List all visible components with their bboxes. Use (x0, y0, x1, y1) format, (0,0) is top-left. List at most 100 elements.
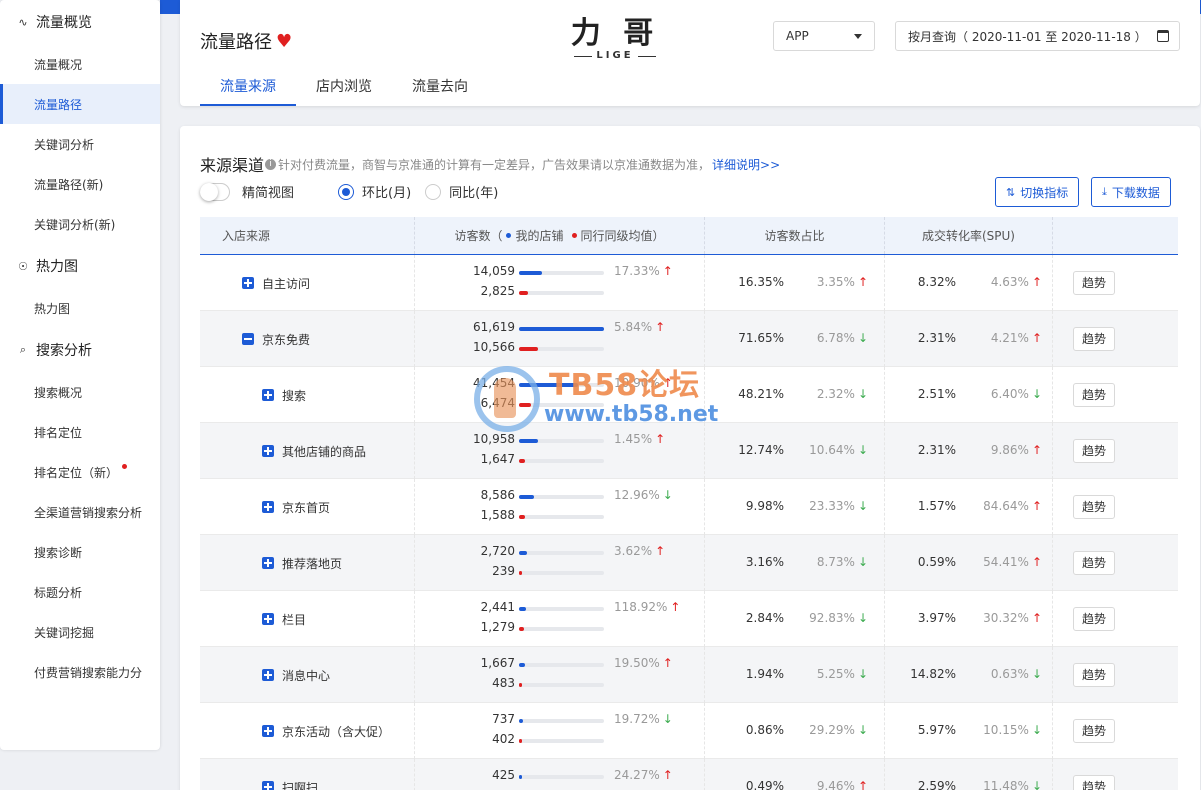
sidebar-item[interactable]: 付费营销搜索能力分 (0, 652, 160, 692)
platform-select[interactable]: APP (773, 21, 875, 51)
sidebar-item[interactable]: 标题分析 (0, 572, 160, 612)
trend-button[interactable]: 趋势 (1073, 327, 1115, 351)
mine-bar-track (519, 271, 604, 275)
trend-button[interactable]: 趋势 (1073, 271, 1115, 295)
tab-1[interactable]: 流量来源 (200, 68, 296, 106)
arrow-down-icon: ↓ (857, 387, 868, 401)
expand-plus-icon[interactable] (242, 277, 254, 289)
source-cell: 京东活动（含大促） (200, 703, 415, 759)
tab-3[interactable]: 流量去向 (392, 68, 488, 106)
conversion-value: 14.82% (910, 667, 956, 681)
visitors-change-value: 24.27% (614, 768, 660, 782)
visitors-change-value: 19.50% (614, 656, 660, 670)
date-range-picker[interactable]: 按月查询（ 2020-11-01 至 2020-11-18 ） (895, 21, 1180, 51)
trend-button[interactable]: 趋势 (1073, 383, 1115, 407)
source-name: 京东活动（含大促） (222, 703, 414, 759)
sidebar-item[interactable]: 热力图 (0, 288, 160, 328)
switch-icon: ⇅ (1006, 185, 1016, 199)
radio-mom[interactable] (338, 183, 355, 200)
sidebar-section[interactable]: ∿ 流量概览 (0, 0, 160, 44)
simple-view-toggle[interactable] (200, 182, 230, 201)
tab-2[interactable]: 店内浏览 (296, 68, 392, 106)
source-name: 京东首页 (222, 479, 414, 535)
source-cell: 栏目 (200, 591, 415, 647)
col-source: 入店来源 (200, 217, 415, 254)
visitors-peer: 1,279 (480, 620, 515, 634)
heart-icon[interactable]: ♥ (276, 31, 292, 52)
visitors-change: 24.27% ↑ (614, 768, 673, 782)
sidebar-section[interactable]: ☉ 热力图 (0, 244, 160, 288)
radio-mom-label: 环比(月) (362, 186, 412, 201)
sidebar-item-label: 关键词挖掘 (34, 625, 95, 640)
mine-bar (519, 495, 535, 499)
trend-button[interactable]: 趋势 (1073, 775, 1115, 790)
peer-bar-track (519, 291, 604, 295)
expand-plus-icon[interactable] (262, 389, 274, 401)
col-visitors-label: 访客数（ (454, 229, 503, 243)
expand-plus-icon[interactable] (262, 501, 274, 513)
conversion-value: 3.97% (917, 611, 956, 625)
sidebar-item[interactable]: 流量路径(新) (0, 164, 160, 204)
sidebar-item[interactable]: 全渠道营销搜索分析 (0, 492, 160, 532)
expand-plus-icon[interactable] (262, 669, 274, 681)
source-label: 搜索 (282, 388, 307, 403)
trend-button[interactable]: 趋势 (1073, 551, 1115, 575)
sidebar-item[interactable]: 搜索概况 (0, 372, 160, 412)
action-cell: 趋势 (1053, 647, 1178, 703)
peer-bar (519, 291, 529, 295)
visitors-change-value: 12.96% (614, 488, 660, 502)
action-cell: 趋势 (1053, 535, 1178, 591)
trend-button[interactable]: 趋势 (1073, 607, 1115, 631)
info-icon[interactable]: i (265, 158, 277, 170)
download-label: 下载数据 (1111, 185, 1160, 200)
radio-yoy[interactable] (425, 183, 442, 200)
download-button[interactable]: ⤓ 下载数据 (1091, 177, 1171, 207)
section-note: 针对付费流量，商智与京准通的计算有一定差异，广告效果请以京准通数据为准， (278, 157, 711, 172)
expand-plus-icon[interactable] (262, 613, 274, 625)
peer-bar (519, 515, 525, 519)
arrow-down-icon: ↓ (857, 331, 868, 345)
sidebar-section[interactable]: ⌕ 搜索分析 (0, 328, 160, 372)
source-label: 自主访问 (262, 276, 311, 291)
conversion-cell: 2.59% 11.48% ↓ (885, 759, 1053, 790)
expand-plus-icon[interactable] (262, 781, 274, 790)
collapse-minus-icon[interactable] (242, 333, 254, 345)
sidebar-item[interactable]: 排名定位（新） (0, 452, 160, 492)
switch-metrics-button[interactable]: ⇅ 切换指标 (995, 177, 1080, 207)
sidebar-item[interactable]: 关键词挖掘 (0, 612, 160, 652)
trend-button[interactable]: 趋势 (1073, 439, 1115, 463)
trend-button[interactable]: 趋势 (1073, 663, 1115, 687)
share-value: 2.84% (745, 611, 784, 625)
share-cell: 0.49% 9.46% ↑ (705, 759, 885, 790)
sidebar-item[interactable]: 排名定位 (0, 412, 160, 452)
peer-bar-track (519, 403, 604, 407)
trend-button[interactable]: 趋势 (1073, 719, 1115, 743)
source-name: 其他店铺的商品 (222, 423, 414, 479)
sidebar-item-label: 排名定位（新） (34, 465, 119, 480)
expand-plus-icon[interactable] (262, 557, 274, 569)
visitors-mine: 2,441 (480, 600, 515, 614)
sidebar-item[interactable]: 关键词分析(新) (0, 204, 160, 244)
expand-plus-icon[interactable] (262, 445, 274, 457)
section-title: 来源渠道 (200, 156, 265, 175)
expand-plus-icon[interactable] (262, 725, 274, 737)
sidebar-item[interactable]: 流量路径 (0, 84, 160, 124)
sidebar-item[interactable]: 流量概况 (0, 44, 160, 84)
source-cell: 搜索 (200, 367, 415, 423)
sidebar-item[interactable]: 关键词分析 (0, 124, 160, 164)
table-row: 推荐落地页 2,720 239 3.62% ↑ 3.16% 8.73% ↓ 0.59% 54.41… (200, 535, 1178, 591)
details-link[interactable]: 详细说明>> (712, 156, 780, 173)
visitors-change: 3.62% ↑ (614, 544, 665, 558)
source-cell: 推荐落地页 (200, 535, 415, 591)
radio-yoy-label: 同比(年) (449, 186, 499, 201)
source-label: 栏目 (282, 612, 307, 627)
mine-bar (519, 719, 524, 723)
arrow-down-icon: ↓ (1031, 723, 1042, 737)
visitors-mine: 425 (492, 768, 515, 782)
arrow-up-icon: ↑ (662, 376, 673, 390)
arrow-down-icon: ↓ (857, 443, 868, 457)
conversion-value: 2.31% (917, 443, 956, 457)
sidebar-item[interactable]: 搜索诊断 (0, 532, 160, 572)
trend-button[interactable]: 趋势 (1073, 495, 1115, 519)
share-cell: 0.86% 29.29% ↓ (705, 703, 885, 759)
